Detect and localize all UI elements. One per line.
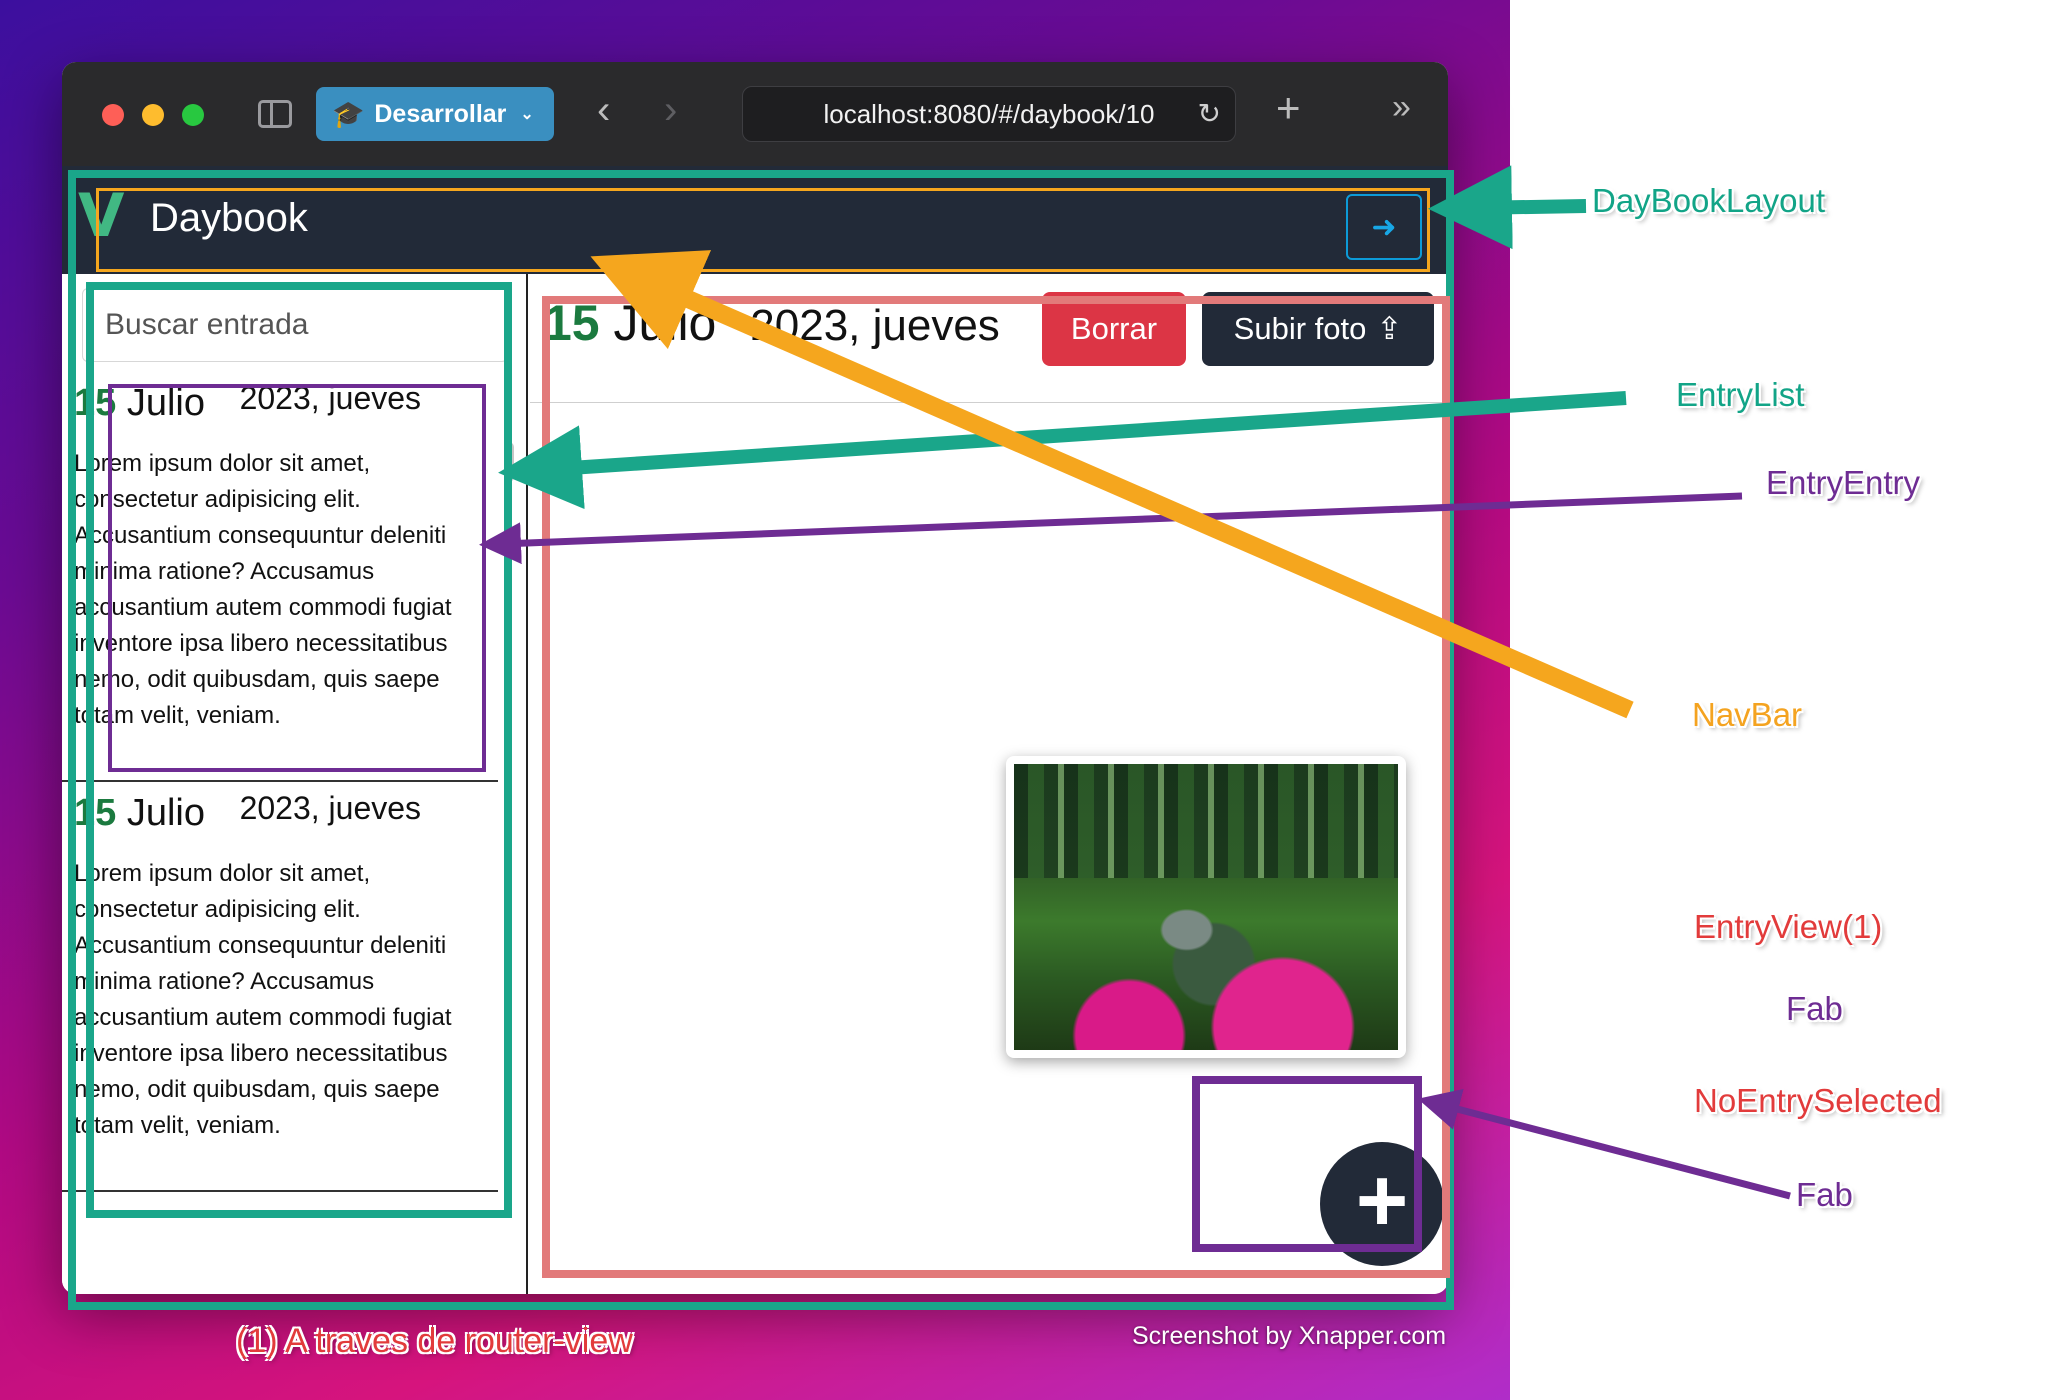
minimize-window-button[interactable] [142,104,164,126]
annotation-entry-list: EntryList [1676,376,1805,413]
annotation-entry-entry: EntryEntry [1766,464,1921,501]
new-tab-icon[interactable]: + [1276,84,1301,132]
navbar-outline [96,188,1430,272]
develop-menu-label: Desarrollar [374,99,507,128]
annotation-no-entry-selected: NoEntrySelected [1694,1082,1942,1119]
address-bar[interactable]: localhost:8080/#/daybook/10 ↻ [742,86,1236,142]
annotation-fab: Fab [1786,990,1843,1027]
maximize-window-button[interactable] [182,104,204,126]
annotation-entry-view: EntryView(1) [1694,908,1883,945]
graduation-cap-icon: 🎓 [332,98,365,129]
entry-entry-outline [108,384,486,772]
fab-outline [1192,1076,1422,1252]
chevron-down-icon: ⌄ [520,106,534,123]
develop-menu-button[interactable]: 🎓 Desarrollar ⌄ [316,87,554,141]
sidebar-toggle-icon[interactable] [258,100,292,128]
annotation-fab-arrow-label: Fab [1796,1176,1853,1213]
browser-toolbar: 🎓 Desarrollar ⌄ ‹ › localhost:8080/#/day… [62,62,1448,166]
annotation-router-view-note: (1) A traves de router-view [236,1322,633,1360]
url-text: localhost:8080/#/daybook/10 [823,98,1155,129]
annotation-daybook-layout: DayBookLayout [1592,182,1825,219]
screenshot-credit: Screenshot by Xnapper.com [1132,1322,1447,1350]
forward-icon[interactable]: › [664,90,677,130]
overflow-menu-icon[interactable]: » [1392,88,1411,127]
reload-icon[interactable]: ↻ [1198,97,1221,130]
close-window-button[interactable] [102,104,124,126]
annotation-navbar: NavBar [1692,696,1803,733]
back-icon[interactable]: ‹ [597,90,610,130]
